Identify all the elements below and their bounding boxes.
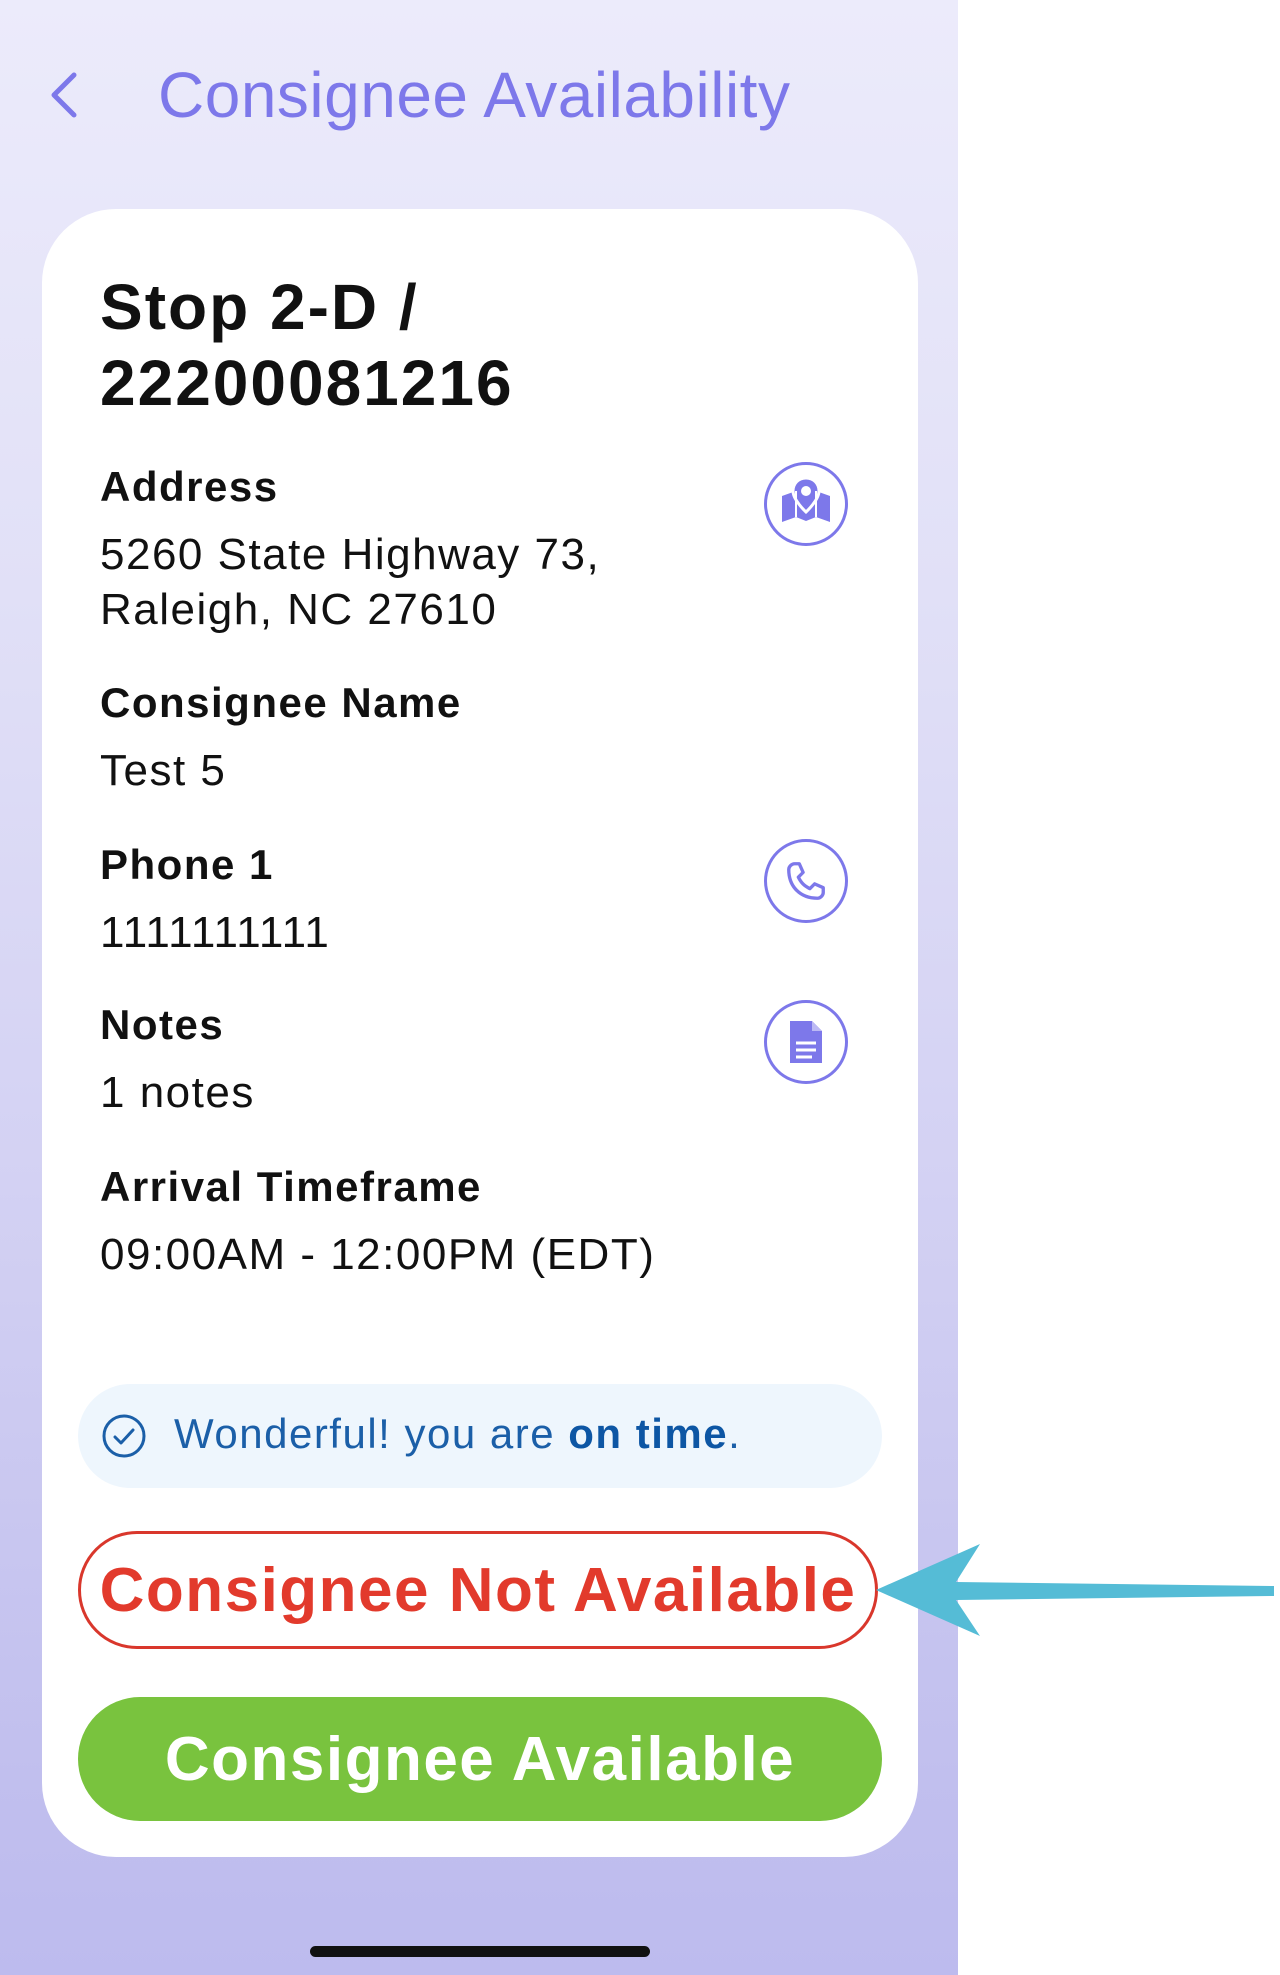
stop-details-card: Stop 2-D / 22200081216 Address 5260 Stat… — [42, 209, 918, 1857]
status-prefix: Wonderful! you are — [174, 1410, 569, 1457]
consignee-name-value: Test 5 — [100, 746, 227, 795]
address-line1: 5260 State Highway 73, — [100, 530, 601, 579]
consignee-available-button[interactable]: Consignee Available — [78, 1697, 882, 1821]
status-emphasis: on time — [568, 1410, 729, 1457]
consignee-not-available-button[interactable]: Consignee Not Available — [78, 1531, 878, 1649]
address-line2: Raleigh, NC 27610 — [100, 585, 498, 634]
phone-label: Phone 1 — [100, 841, 274, 888]
map-button[interactable] — [764, 462, 848, 546]
page-title: Consignee Availability — [158, 59, 791, 131]
call-button[interactable] — [764, 839, 848, 923]
on-time-status-text: Wonderful! you are on time. — [174, 1410, 741, 1458]
annotation-arrow-icon — [876, 1544, 1274, 1636]
notes-label: Notes — [100, 1001, 225, 1048]
notes-button[interactable] — [764, 1000, 848, 1084]
chevron-left-icon — [51, 72, 77, 118]
back-button[interactable] — [36, 64, 92, 126]
stop-title-line1: Stop 2-D / — [100, 271, 419, 343]
check-circle-icon — [102, 1414, 146, 1458]
address-label: Address — [100, 463, 279, 510]
arrival-timeframe-value: 09:00AM - 12:00PM (EDT) — [100, 1230, 656, 1279]
notes-value: 1 notes — [100, 1068, 255, 1117]
consignee-name-label: Consignee Name — [100, 679, 462, 726]
home-indicator — [310, 1946, 650, 1957]
phone-icon — [787, 862, 825, 900]
phone-value: 1111111111 — [100, 908, 331, 957]
stop-title-line2: 22200081216 — [100, 347, 514, 419]
app-header: Consignee Availability — [0, 40, 958, 150]
status-suffix: . — [728, 1410, 742, 1457]
arrival-timeframe-label: Arrival Timeframe — [100, 1163, 482, 1210]
stop-title: Stop 2-D / 22200081216 — [100, 269, 800, 421]
phone-screen: Consignee Availability Stop 2-D / 222000… — [0, 0, 958, 1975]
document-icon — [790, 1021, 822, 1063]
map-pin-icon — [782, 476, 830, 522]
on-time-status-banner: Wonderful! you are on time. — [78, 1384, 882, 1488]
